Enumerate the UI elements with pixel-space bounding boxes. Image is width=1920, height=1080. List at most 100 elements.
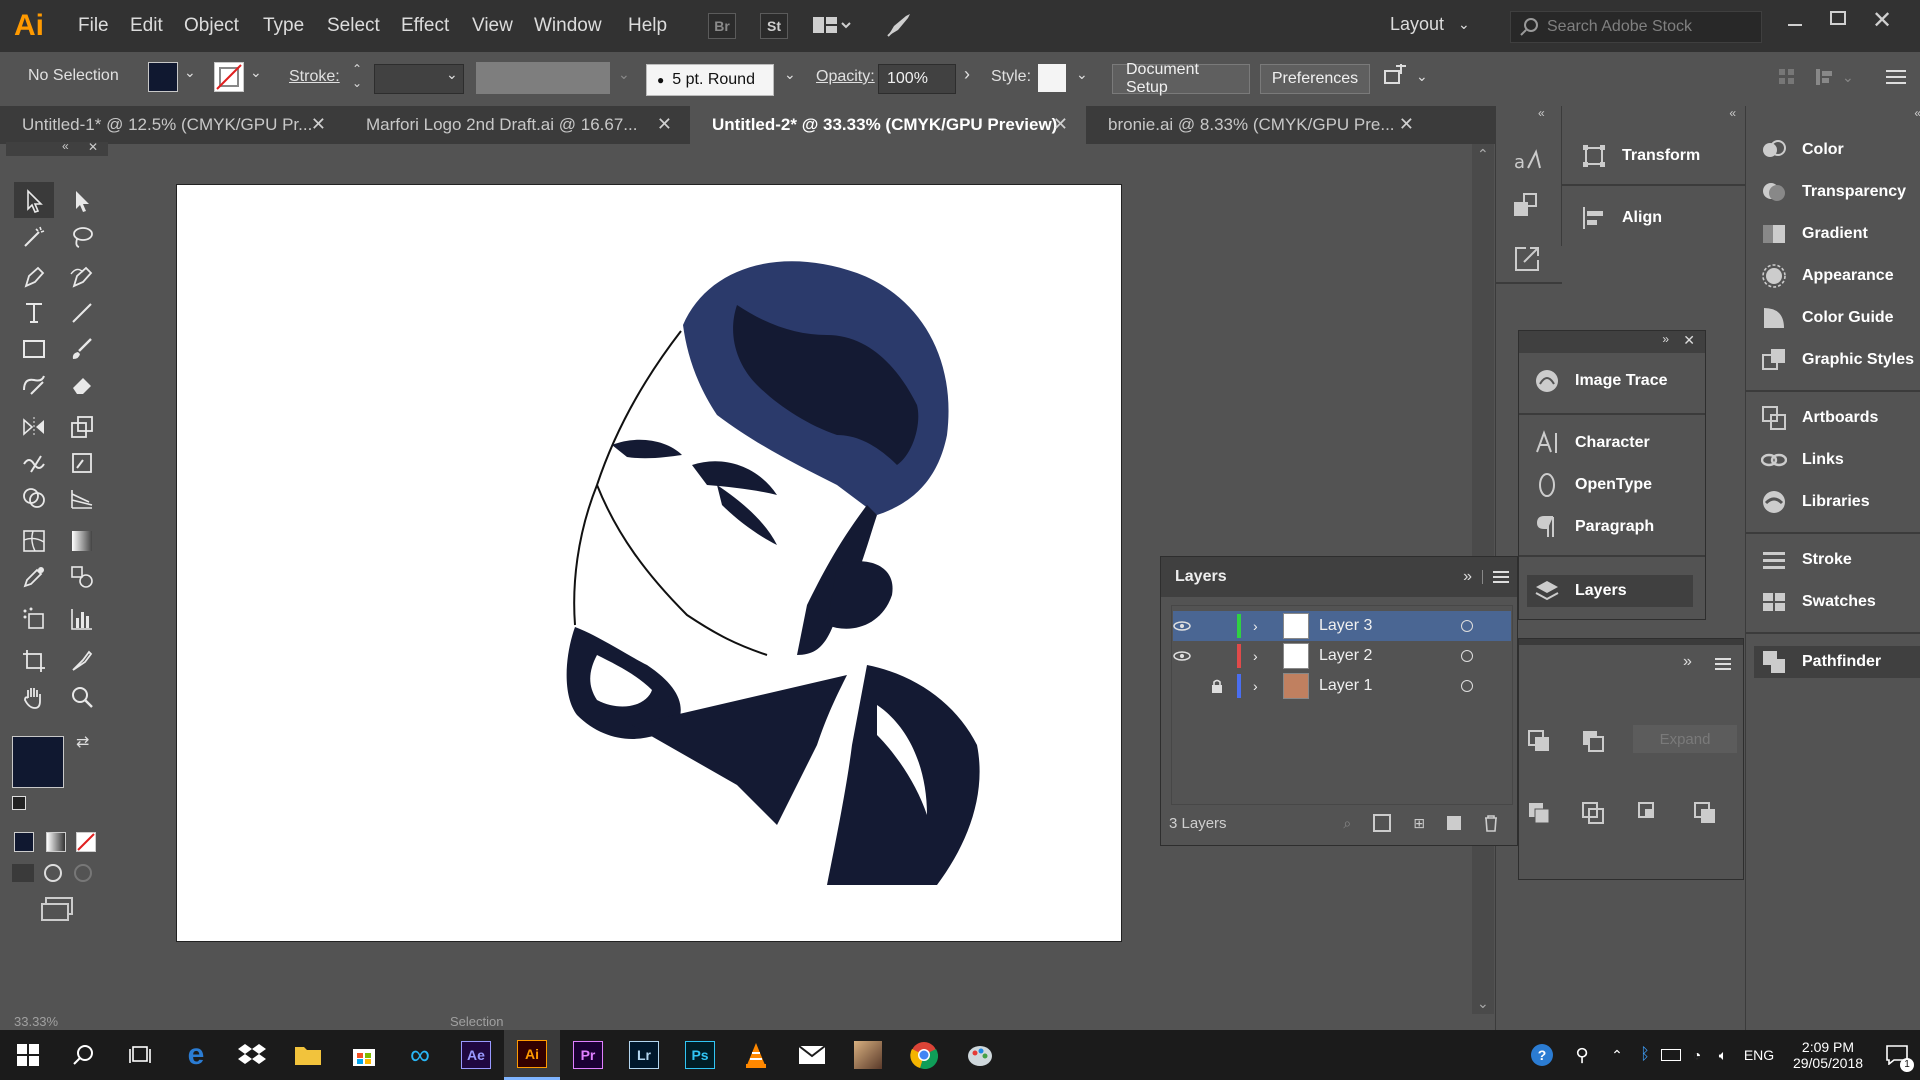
collapse-icon[interactable]: « (1914, 106, 1920, 120)
portrait-artwork[interactable] (177, 185, 1121, 941)
merge-button[interactable] (1637, 801, 1661, 825)
stroke-weight-stepper[interactable]: ⌃ ⌄ (352, 62, 370, 94)
crop-button[interactable] (1693, 801, 1717, 825)
search-button[interactable] (56, 1030, 112, 1080)
taskbar-dropbox[interactable] (224, 1030, 280, 1080)
make-clipping-mask-icon[interactable] (1373, 814, 1392, 832)
stroke-swatch[interactable] (214, 62, 244, 92)
mesh-tool[interactable] (18, 526, 50, 556)
direct-selection-tool[interactable] (66, 186, 98, 216)
fill-color-well[interactable] (12, 736, 64, 788)
opacity-label[interactable]: Opacity: (816, 68, 875, 86)
close-tab-icon[interactable]: ✕ (657, 114, 672, 135)
start-button[interactable] (0, 1030, 56, 1080)
taskbar-paint[interactable] (952, 1030, 1008, 1080)
control-panel-menu[interactable] (1886, 68, 1906, 86)
maximize-button[interactable] (1830, 11, 1846, 25)
panel-image-trace[interactable]: Image Trace (1533, 367, 1668, 395)
close-tab-icon[interactable]: ✕ (1053, 114, 1068, 135)
selection-tool[interactable] (18, 186, 50, 216)
tab-marfori-logo[interactable]: Marfori Logo 2nd Draft.ai @ 16.67... ✕ (344, 106, 690, 144)
battery-tray-icon[interactable] (1658, 1030, 1684, 1080)
unite-button[interactable] (1527, 729, 1551, 753)
menu-help[interactable]: Help (628, 15, 667, 37)
preferences-button[interactable]: Preferences (1260, 64, 1370, 94)
zoom-tool[interactable] (66, 682, 98, 712)
type-tool[interactable] (18, 298, 50, 328)
arrange-menu[interactable]: ⌄ (1814, 66, 1854, 88)
draw-behind-button[interactable] (44, 864, 62, 882)
menu-window[interactable]: Window (534, 15, 602, 37)
layer-name[interactable]: Layer 2 (1319, 647, 1372, 665)
screen-mode-button[interactable] (40, 896, 74, 922)
scroll-down-icon[interactable]: ⌄ (1477, 995, 1489, 1012)
lasso-tool[interactable] (66, 222, 98, 252)
workspace-switcher[interactable]: Layout ⌄ (1390, 14, 1470, 35)
transform-tool-menu[interactable]: ⌄ (1382, 64, 1428, 88)
rectangle-tool[interactable] (18, 334, 50, 364)
taskbar-photo-app[interactable] (840, 1030, 896, 1080)
reflect-tool[interactable] (18, 412, 50, 442)
fill-swatch[interactable] (148, 62, 178, 92)
warp-tool[interactable] (18, 448, 50, 478)
slice-tool[interactable] (66, 646, 98, 676)
chevron-right-icon[interactable]: › (1253, 678, 1283, 694)
close-tab-icon[interactable]: ✕ (1399, 114, 1414, 135)
panel-paragraph[interactable]: Paragraph (1533, 513, 1654, 541)
line-segment-tool[interactable] (66, 298, 98, 328)
task-view-button[interactable] (112, 1030, 168, 1080)
locate-object-icon[interactable]: ⌕ (1343, 815, 1351, 832)
brush-dropdown-icon[interactable]: ⌄ (784, 66, 796, 83)
column-graph-tool[interactable] (66, 604, 98, 634)
menu-edit[interactable]: Edit (130, 15, 163, 37)
expand-icon[interactable]: » (1683, 653, 1692, 671)
panel-swatches[interactable]: Swatches (1760, 588, 1876, 616)
clock[interactable]: 2:09 PM 29/05/2018 (1782, 1030, 1874, 1080)
collapse-icon[interactable]: « (1729, 106, 1736, 120)
draw-normal-button[interactable] (12, 864, 34, 882)
collapse-icon[interactable]: « (1538, 106, 1545, 120)
target-icon[interactable] (1461, 680, 1473, 692)
taskbar-mail[interactable] (784, 1030, 840, 1080)
taskbar-file-explorer[interactable] (280, 1030, 336, 1080)
gpu-performance-button[interactable] (884, 12, 914, 40)
panel-appearance[interactable]: Appearance (1760, 262, 1894, 290)
menu-effect[interactable]: Effect (401, 15, 449, 37)
eye-icon[interactable] (1173, 621, 1211, 631)
eyedropper-tool[interactable] (18, 562, 50, 592)
none-mode-button[interactable] (76, 832, 96, 852)
taskbar-edge[interactable]: e (168, 1030, 224, 1080)
eye-icon[interactable] (1173, 651, 1211, 661)
graphic-style-swatch[interactable] (1038, 64, 1066, 92)
panel-gradient[interactable]: Gradient (1760, 220, 1868, 248)
lock-icon[interactable] (1211, 679, 1237, 693)
profile-dropdown-icon[interactable]: ⌄ (618, 66, 630, 83)
align-grid-button[interactable] (1778, 68, 1796, 86)
create-new-layer-icon[interactable] (1447, 816, 1461, 830)
tab-bronie[interactable]: bronie.ai @ 8.33% (CMYK/GPU Pre... ✕ (1086, 106, 1432, 144)
taskbar-premiere[interactable]: Pr (560, 1030, 616, 1080)
free-transform-tool[interactable] (66, 448, 98, 478)
panel-graphic-styles[interactable]: Graphic Styles (1760, 346, 1914, 374)
layer-row-3[interactable]: › Layer 3 (1173, 611, 1511, 641)
scroll-up-icon[interactable]: ⌃ (1477, 146, 1489, 163)
target-icon[interactable] (1461, 620, 1473, 632)
perspective-grid-tool[interactable] (66, 484, 98, 514)
symbol-sprayer-tool[interactable] (18, 604, 50, 634)
close-tab-icon[interactable]: ✕ (311, 114, 326, 135)
hand-tool[interactable] (18, 682, 50, 712)
action-center-button[interactable]: 1 (1874, 1030, 1920, 1080)
trim-button[interactable] (1581, 801, 1605, 825)
panel-pathfinder[interactable]: Pathfinder (1754, 646, 1920, 678)
taskbar-infinity-app[interactable]: ∞ (392, 1030, 448, 1080)
variable-width-profile[interactable] (476, 62, 610, 94)
tools-panel-header[interactable]: « ✕ (6, 139, 108, 156)
search-stock-field[interactable]: Search Adobe Stock (1510, 11, 1762, 43)
layer-row-1[interactable]: › Layer 1 (1173, 671, 1511, 701)
minus-front-button[interactable] (1581, 729, 1605, 753)
panel-align[interactable]: Align (1580, 204, 1662, 232)
language-indicator[interactable]: ENG (1736, 1030, 1782, 1080)
target-icon[interactable] (1461, 650, 1473, 662)
stroke-label[interactable]: Stroke: (289, 68, 340, 86)
taskbar-after-effects[interactable]: Ae (448, 1030, 504, 1080)
